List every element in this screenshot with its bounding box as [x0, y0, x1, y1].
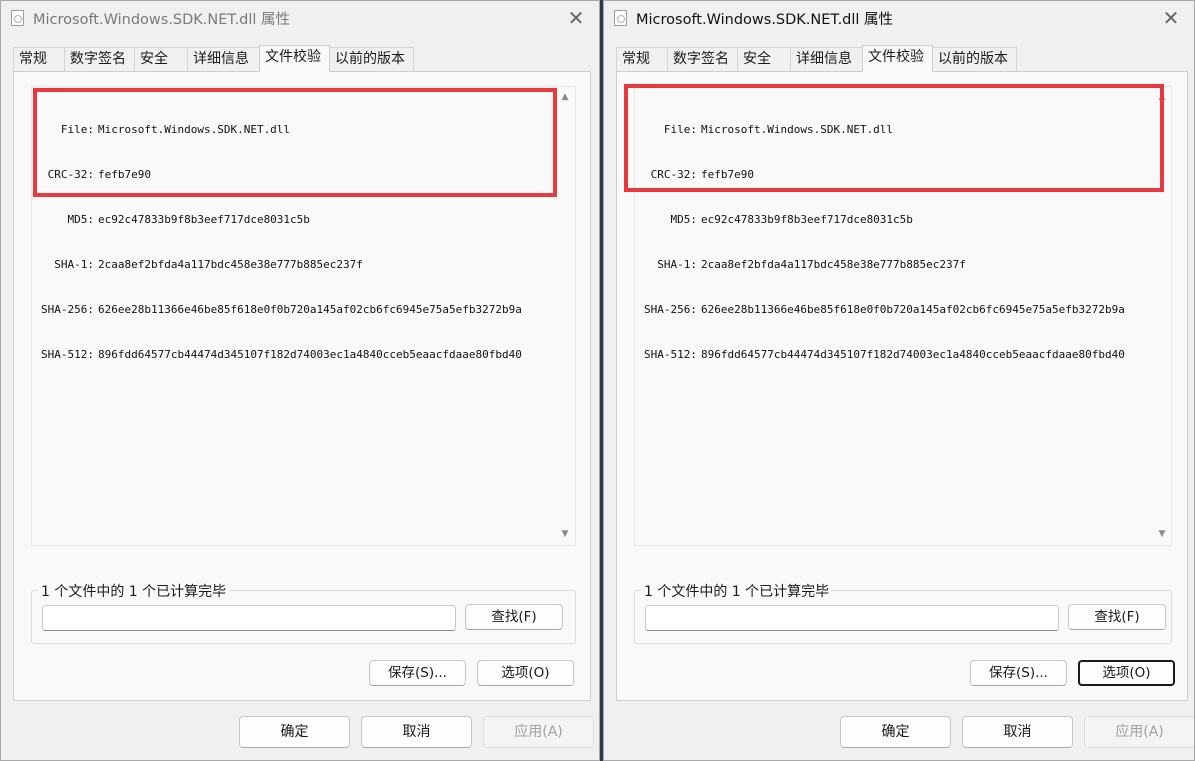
hash-label: MD5: — [670, 213, 698, 226]
tab-panel: File: Microsoft.Windows.SDK.NET.dll CRC-3… — [616, 71, 1188, 701]
hash-label: File: — [663, 123, 697, 136]
hash-value: 896fdd64577cb44474d345107f182d74003ec1a4… — [701, 348, 1125, 361]
hash-row-sha1: SHA-1: 2caa8ef2bfda4a117bdc458e38e777b885… — [38, 257, 522, 272]
window-title: Microsoft.Windows.SDK.NET.dll 属性 — [33, 11, 291, 28]
tab-previous-versions[interactable]: 以前的版本 — [329, 47, 414, 71]
find-button[interactable]: 查找(F) — [1068, 604, 1166, 630]
horizontal-scrollbar[interactable] — [635, 543, 1171, 545]
hash-label: CRC-32: — [650, 168, 697, 181]
status-group: 1 个文件中的 1 个已计算完毕 查找(F) — [634, 581, 1172, 644]
search-input[interactable] — [645, 605, 1059, 631]
hash-output[interactable]: File: Microsoft.Windows.SDK.NET.dll CRC-3… — [634, 86, 1172, 546]
hash-value: fefb7e90 — [98, 168, 151, 181]
options-button[interactable]: 选项(O) — [477, 660, 574, 686]
hash-row-sha1: SHA-1: 2caa8ef2bfda4a117bdc458e38e777b885… — [641, 257, 1125, 272]
dialog-button-bar: 确定 取消 应用(A) — [604, 701, 1194, 760]
close-icon[interactable]: ✕ — [1160, 7, 1182, 29]
dialog-button-bar: 确定 取消 应用(A) — [1, 701, 599, 760]
hash-row-file: File: Microsoft.Windows.SDK.NET.dll — [38, 122, 522, 137]
search-input[interactable] — [42, 605, 456, 631]
hash-label: SHA-256: — [644, 303, 697, 316]
hash-row-sha256: SHA-256: 626ee28b11366e46be85f618e0f0b720… — [38, 302, 522, 317]
file-icon — [11, 10, 24, 26]
horizontal-scrollbar[interactable] — [32, 543, 575, 545]
ok-button[interactable]: 确定 — [840, 716, 951, 748]
hash-row-sha512: SHA-512: 896fdd64577cb44474d345107f182d74… — [641, 347, 1125, 362]
tab-strip: 常规 数字签名 安全 详细信息 文件校验 以前的版本 — [616, 45, 1017, 72]
tab-details[interactable]: 详细信息 — [187, 47, 260, 71]
hash-row-sha256: SHA-256: 626ee28b11366e46be85f618e0f0b720… — [641, 302, 1125, 317]
hash-value: Microsoft.Windows.SDK.NET.dll — [701, 123, 894, 136]
hash-value: 626ee28b11366e46be85f618e0f0b720a145af02… — [701, 303, 1125, 316]
properties-window-left: Microsoft.Windows.SDK.NET.dll 属性 ✕ 常规 数字… — [0, 0, 600, 761]
window-title: Microsoft.Windows.SDK.NET.dll 属性 — [636, 11, 894, 28]
tab-strip: 常规 数字签名 安全 详细信息 文件校验 以前的版本 — [13, 45, 414, 72]
apply-button[interactable]: 应用(A) — [1084, 716, 1194, 748]
tab-file-hashes[interactable]: 文件校验 — [259, 45, 330, 72]
hash-label: SHA-1: — [54, 258, 94, 271]
hash-label: File: — [60, 123, 94, 136]
scroll-up-icon[interactable]: ▲ — [1156, 91, 1168, 103]
properties-window-right: Microsoft.Windows.SDK.NET.dll 属性 ✕ 常规 数字… — [603, 0, 1195, 761]
hash-label: SHA-512: — [644, 348, 697, 361]
tab-file-hashes[interactable]: 文件校验 — [862, 45, 933, 72]
hash-output[interactable]: File: Microsoft.Windows.SDK.NET.dll CRC-3… — [31, 86, 576, 546]
hash-row-sha512: SHA-512: 896fdd64577cb44474d345107f182d74… — [38, 347, 522, 362]
tab-digital-signatures[interactable]: 数字签名 — [667, 47, 738, 71]
hash-lines: File: Microsoft.Windows.SDK.NET.dll CRC-3… — [38, 92, 522, 392]
tab-general[interactable]: 常规 — [616, 47, 668, 71]
hash-row-md5: MD5: ec92c47833b9f8b3eef717dce8031c5b — [641, 212, 1125, 227]
save-button[interactable]: 保存(S)... — [369, 660, 466, 686]
hash-value: 2caa8ef2bfda4a117bdc458e38e777b885ec237f — [98, 258, 363, 271]
hash-row-crc32: CRC-32: fefb7e90 — [38, 167, 522, 182]
hash-row-crc32: CRC-32: fefb7e90 — [641, 167, 1125, 182]
tab-security[interactable]: 安全 — [134, 47, 188, 71]
scroll-down-icon[interactable]: ▼ — [1156, 528, 1168, 540]
tab-previous-versions[interactable]: 以前的版本 — [932, 47, 1017, 71]
hash-value: 626ee28b11366e46be85f618e0f0b720a145af02… — [98, 303, 522, 316]
cancel-button[interactable]: 取消 — [361, 716, 472, 748]
hash-value: fefb7e90 — [701, 168, 754, 181]
title-bar[interactable]: Microsoft.Windows.SDK.NET.dll 属性 ✕ — [1, 1, 599, 35]
status-text: 1 个文件中的 1 个已计算完毕 — [641, 581, 833, 601]
hash-value: ec92c47833b9f8b3eef717dce8031c5b — [98, 213, 310, 226]
hash-value: Microsoft.Windows.SDK.NET.dll — [98, 123, 291, 136]
hash-lines: File: Microsoft.Windows.SDK.NET.dll CRC-3… — [641, 92, 1125, 392]
tab-details[interactable]: 详细信息 — [790, 47, 863, 71]
hash-label: MD5: — [67, 213, 95, 226]
title-bar[interactable]: Microsoft.Windows.SDK.NET.dll 属性 ✕ — [604, 1, 1194, 35]
tab-panel: File: Microsoft.Windows.SDK.NET.dll CRC-3… — [13, 71, 591, 701]
close-icon[interactable]: ✕ — [565, 7, 587, 29]
hash-label: SHA-256: — [41, 303, 94, 316]
hash-value: 2caa8ef2bfda4a117bdc458e38e777b885ec237f — [701, 258, 966, 271]
save-button[interactable]: 保存(S)... — [970, 660, 1067, 686]
options-button[interactable]: 选项(O) — [1078, 660, 1175, 686]
tab-general[interactable]: 常规 — [13, 47, 65, 71]
hash-row-file: File: Microsoft.Windows.SDK.NET.dll — [641, 122, 1125, 137]
tab-digital-signatures[interactable]: 数字签名 — [64, 47, 135, 71]
file-icon — [614, 10, 627, 26]
hash-label: SHA-1: — [657, 258, 697, 271]
hash-value: ec92c47833b9f8b3eef717dce8031c5b — [701, 213, 913, 226]
scroll-down-icon[interactable]: ▼ — [559, 528, 571, 540]
tab-security[interactable]: 安全 — [737, 47, 791, 71]
hash-value: 896fdd64577cb44474d345107f182d74003ec1a4… — [98, 348, 522, 361]
status-text: 1 个文件中的 1 个已计算完毕 — [38, 581, 230, 601]
hash-label: CRC-32: — [47, 168, 94, 181]
status-group: 1 个文件中的 1 个已计算完毕 查找(F) — [31, 581, 576, 644]
hash-label: SHA-512: — [41, 348, 94, 361]
apply-button[interactable]: 应用(A) — [483, 716, 594, 748]
scroll-up-icon[interactable]: ▲ — [559, 91, 571, 103]
ok-button[interactable]: 确定 — [239, 716, 350, 748]
find-button[interactable]: 查找(F) — [465, 604, 563, 630]
hash-row-md5: MD5: ec92c47833b9f8b3eef717dce8031c5b — [38, 212, 522, 227]
cancel-button[interactable]: 取消 — [962, 716, 1073, 748]
